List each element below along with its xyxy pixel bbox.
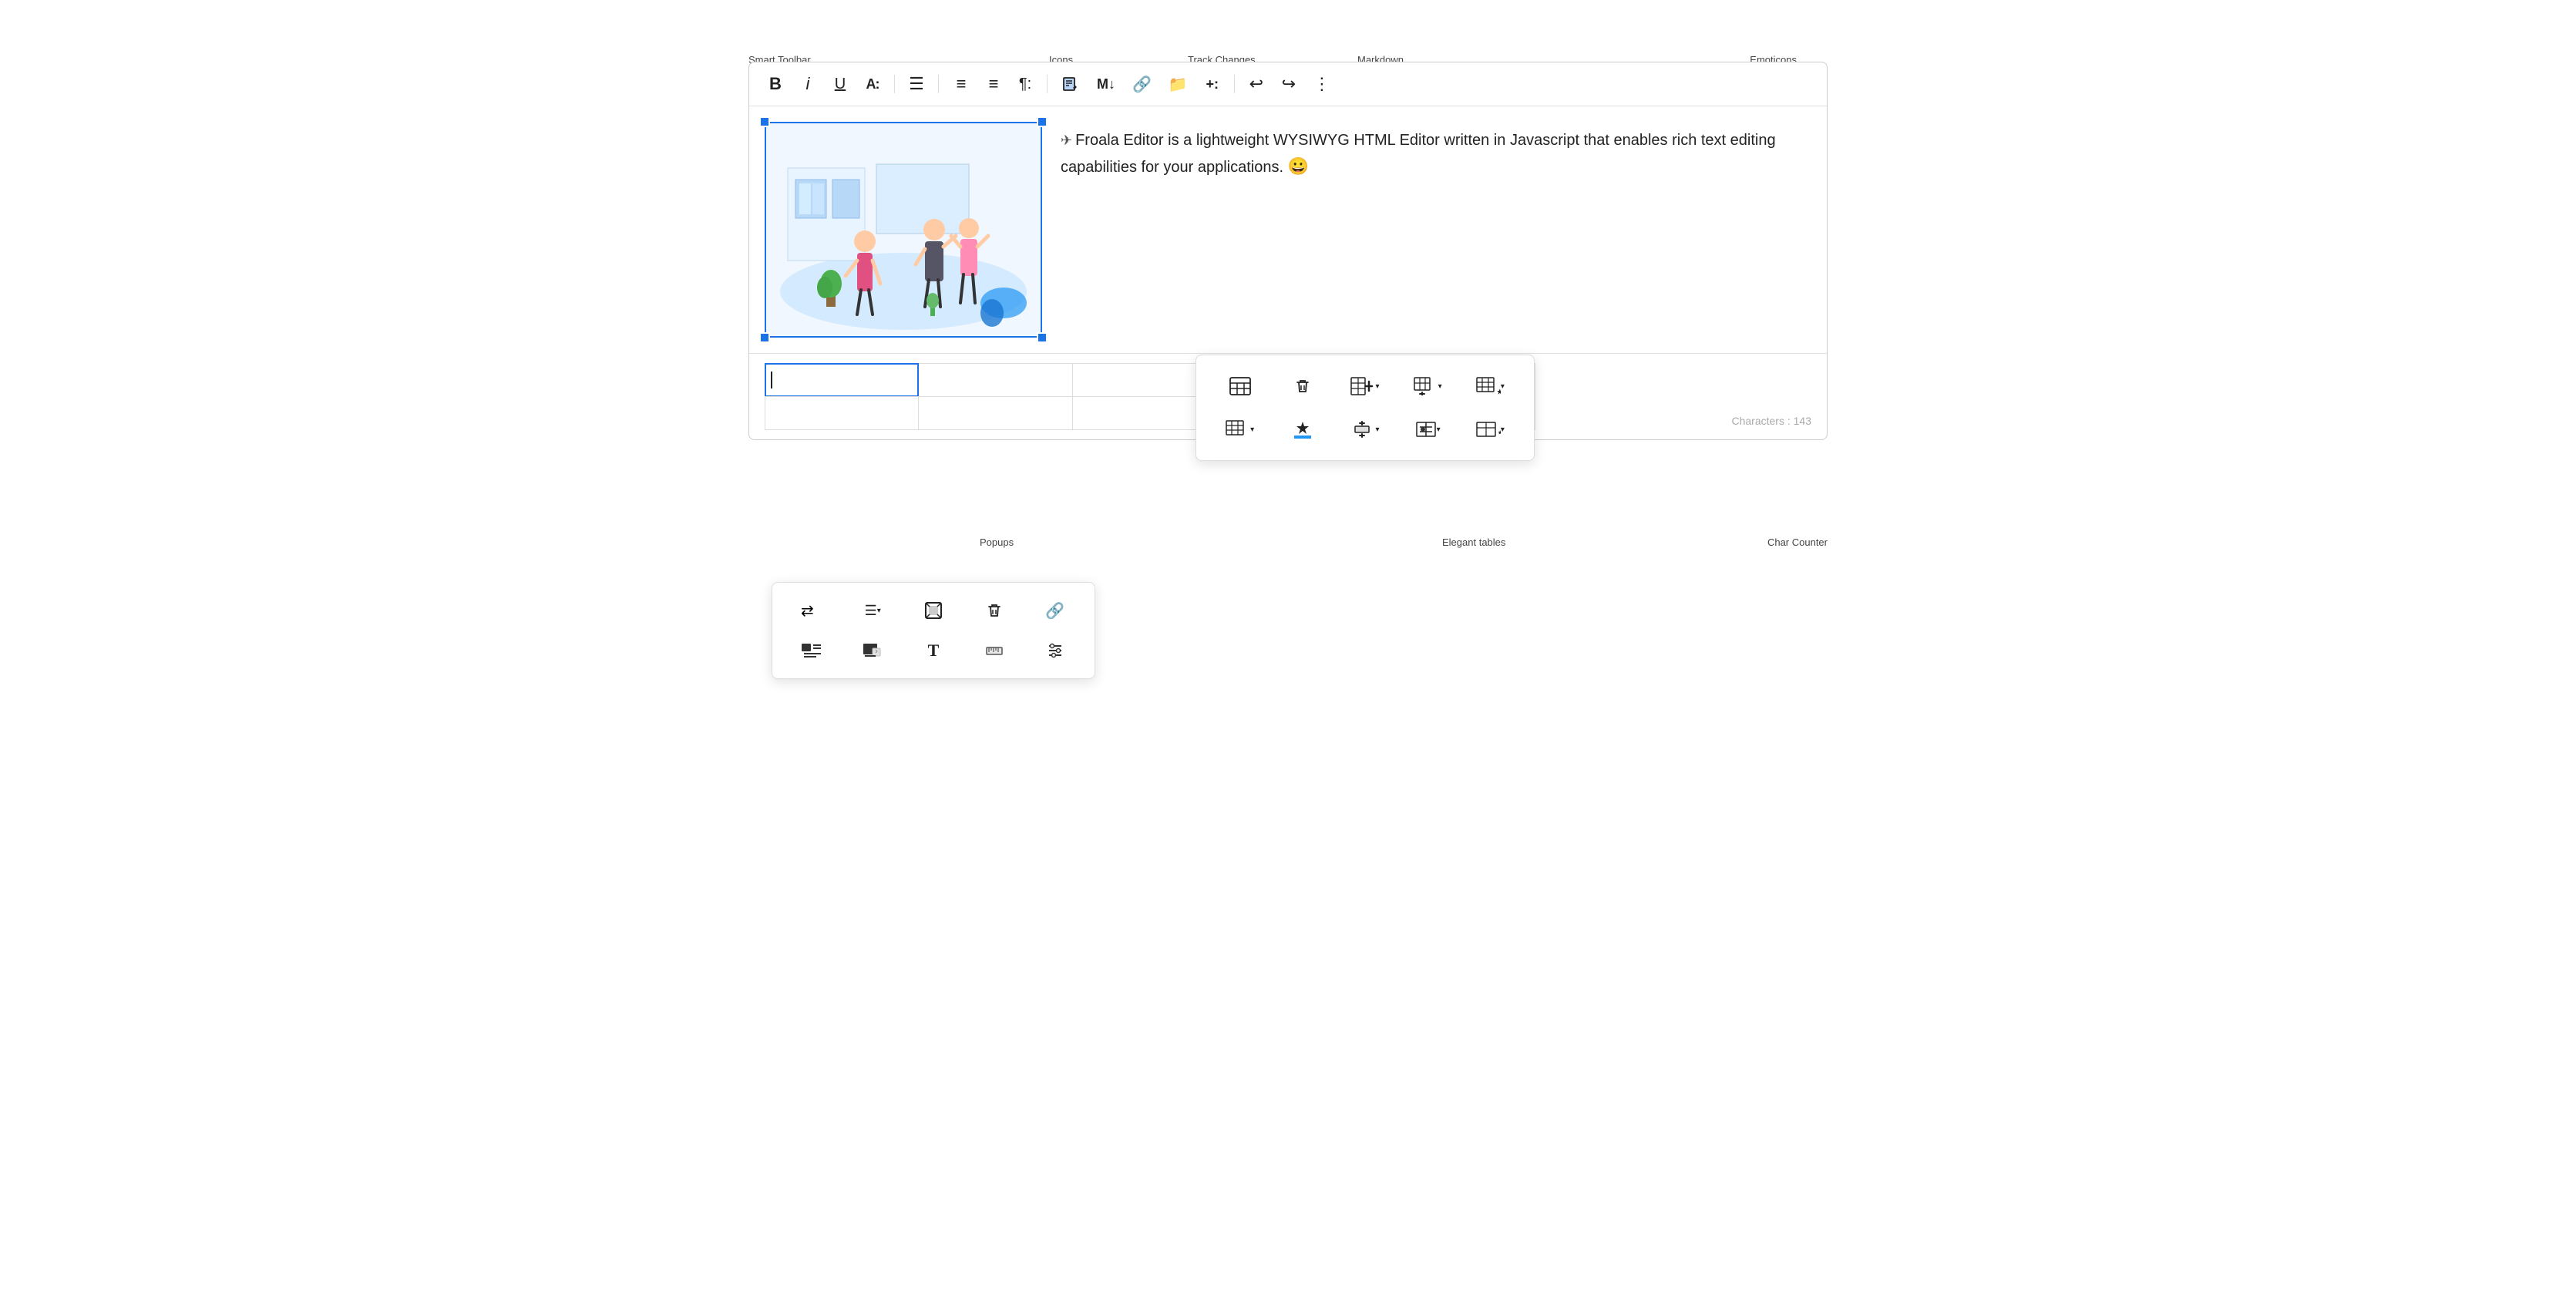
bold-button[interactable]: B [762,70,789,98]
insert-col-after-btn[interactable]: ▾ [1337,368,1393,405]
image-container[interactable] [765,122,1042,338]
more-options-button[interactable]: ⋮ [1307,70,1337,98]
editor-content: ✈Froala Editor is a lightweight WYSIWYG … [749,106,1827,353]
cell-style-star-btn[interactable]: ▾ [1462,411,1518,448]
img-wrap-btn[interactable] [785,634,839,668]
markdown-button[interactable]: M↓ [1091,70,1122,98]
separator-4 [1234,75,1235,93]
underline-button[interactable]: U [826,70,854,98]
img-settings-btn[interactable] [1027,634,1082,668]
track-changes-button[interactable] [1055,70,1086,98]
handle-bl[interactable] [759,332,770,343]
paragraph-button[interactable]: ¶: [1011,70,1039,98]
separator-2 [938,75,939,93]
elegant-tables-label: Elegant tables [1442,536,1505,548]
font-color-button[interactable]: A: [859,70,886,98]
insert-above-below-btn[interactable]: ▾ [1337,411,1393,448]
editor-emoji: 😀 [1288,156,1309,176]
text-cursor [771,372,772,388]
img-replace-btn[interactable]: ⇄ [785,594,839,627]
table-opts-btn[interactable]: ▾ [1212,411,1268,448]
link-button[interactable]: 🔗 [1126,70,1158,98]
char-counter: Characters : 143 [1732,415,1812,427]
separator-3 [1047,75,1048,93]
table-cell-7[interactable] [919,396,1073,430]
table-popup-toolbar: ▾ ▾ [1196,355,1535,461]
image-popup-toolbar: ⇄ ☰▾ 🔗 [772,582,1095,679]
char-counter-label: Char Counter [1767,536,1828,548]
table-cell-2[interactable] [919,363,1073,397]
img-ruler-btn[interactable] [967,634,1021,668]
table-cell-6[interactable] [765,396,919,430]
handle-tr[interactable] [1037,116,1048,127]
send-icon: ✈ [1061,129,1072,152]
handle-tl[interactable] [759,116,770,127]
text-content: ✈Froala Editor is a lightweight WYSIWYG … [1061,122,1811,338]
insert-row-after-btn[interactable]: ▾ [1400,368,1456,405]
redo-button[interactable]: ↪ [1275,70,1303,98]
table-style-star-btn[interactable]: ▾ [1462,368,1518,405]
cell-align-btn[interactable]: ▾ [1400,411,1456,448]
folder-button[interactable]: 📁 [1162,70,1194,98]
img-link-btn[interactable]: 🔗 [1027,594,1082,627]
undo-button[interactable]: ↩ [1243,70,1270,98]
handle-br[interactable] [1037,332,1048,343]
align-button[interactable]: ☰ [903,70,930,98]
italic-button[interactable]: i [794,70,822,98]
img-caption-btn[interactable] [846,634,900,668]
svg-text:⇄: ⇄ [801,603,814,619]
separator-1 [894,75,895,93]
main-toolbar: B i U A: ☰ ≡ ≡ ¶: [749,62,1827,106]
editor-body-text: Froala Editor is a lightweight WYSIWYG H… [1061,132,1776,176]
align-right-button[interactable]: ≡ [979,70,1007,98]
cell-bg-btn[interactable] [1274,411,1330,448]
table-icon-btn[interactable] [1212,368,1268,405]
img-align-btn[interactable]: ☰▾ [846,594,900,627]
popups-label: Popups [980,536,1014,548]
insert-button[interactable]: +: [1199,70,1226,98]
table-cell-active[interactable] [765,363,919,397]
align-left-button[interactable]: ≡ [947,70,974,98]
img-size-btn[interactable] [906,594,961,627]
img-delete-btn[interactable] [967,594,1021,627]
editor-text: ✈Froala Editor is a lightweight WYSIWYG … [1061,128,1811,180]
img-text-btn[interactable]: T [906,634,961,668]
table-delete-btn[interactable] [1274,368,1330,405]
